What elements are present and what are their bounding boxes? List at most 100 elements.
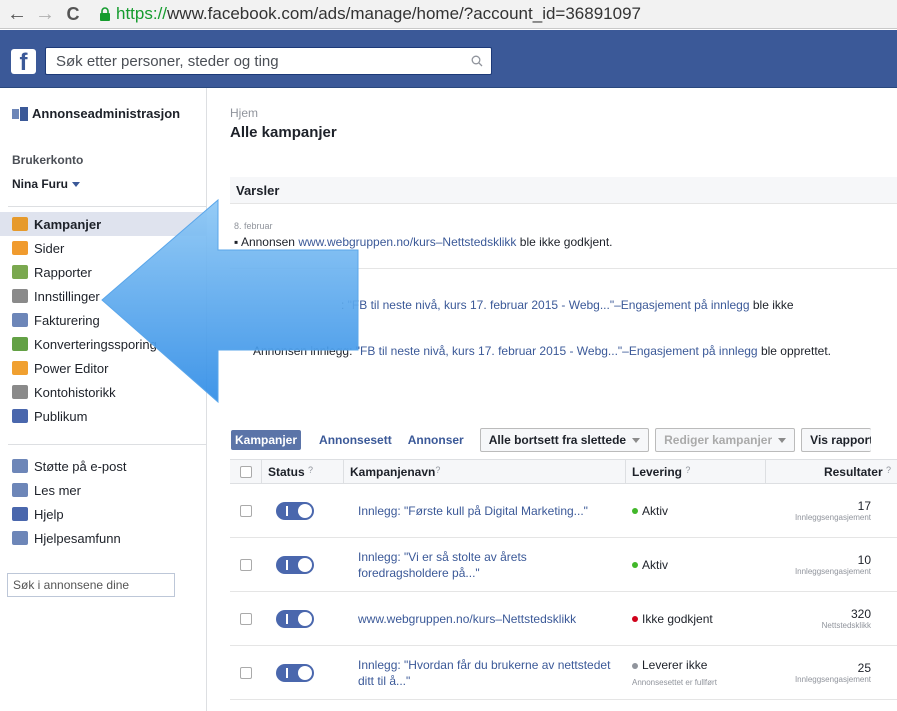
column-results-label: Resultater [823,465,883,479]
search-icon[interactable] [471,55,483,67]
reload-button[interactable]: C [62,4,84,25]
sidebar-item-konverteringssporing[interactable]: Konverteringssporing [0,332,207,356]
table-row[interactable]: www.webgruppen.no/kurs–Nettstedsklikk Ikk… [230,592,897,646]
table-row[interactable]: Innlegg: "Første kull på Digital Marketi… [230,484,897,538]
status-toggle[interactable] [276,501,314,520]
delivery-status: Leverer ikke [632,658,766,672]
help-icon[interactable]: ? [308,465,313,475]
sidebar-item-fakturering[interactable]: Fakturering [0,308,207,332]
ads-search-input[interactable]: Søk i annonsene dine [7,573,175,597]
search-input[interactable]: Søk etter personer, steder og ting [45,47,492,75]
tab-ads[interactable]: Annonser [408,433,464,447]
ads-search-placeholder: Søk i annonsene dine [13,578,130,592]
table-row[interactable]: Innlegg: "Hvordan får du brukerne av net… [230,646,897,700]
campaign-name-link[interactable]: www.webgruppen.no/kurs–Nettstedsklikk [358,611,620,627]
help-icon[interactable]: ? [685,465,690,475]
row-checkbox[interactable] [240,612,252,625]
alert-text: Annonsen innlegg: [253,344,356,358]
sidebar: Annonseadministrasjon Brukerkonto Nina F… [0,88,207,711]
status-dot-icon [632,562,638,569]
row-checkbox[interactable] [240,504,252,517]
row-checkbox[interactable] [240,666,252,679]
result-type: Innleggsengasjement [794,567,871,576]
ads-manager-icon [12,106,28,121]
tab-campaigns[interactable]: Kampanjer [231,430,302,450]
column-name-label: Kampanjenavn [350,465,436,479]
alert-link[interactable]: "FB til neste nivå, kurs 17. februar 201… [348,298,750,312]
divider [8,206,206,207]
chart-icon [12,265,28,279]
chevron-down-icon [778,437,787,443]
sidebar-item-label: Les mer [34,482,81,498]
results-cell: 25 Innleggsengasjement [766,661,897,684]
breadcrumb[interactable]: Hjem [230,106,258,120]
toggle-on-mark [286,613,288,624]
campaign-name-link[interactable]: Innlegg: "Første kull på Digital Marketi… [358,503,620,519]
filter-dropdown[interactable]: Alle bortsett fra slettede [479,428,650,452]
account-selector[interactable]: Nina Furu [12,177,80,191]
column-name[interactable]: Kampanjenavn? [344,460,626,483]
sidebar-item-publikum[interactable]: Publikum [0,404,207,428]
campaign-name-link[interactable]: Innlegg: "Hvordan får du brukerne av net… [358,657,620,689]
tab-adsets[interactable]: Annonsesett [319,433,392,447]
results-cell: 320 Nettstedsklikk [766,607,897,630]
row-checkbox[interactable] [240,558,252,571]
toggle-knob [298,503,312,518]
name-cell: Innlegg: "Vi er så stolte av årets fored… [344,549,626,581]
sidebar-item-hjelpesamfunn[interactable]: Hjelpesamfunn [0,526,207,550]
sidebar-item-kontohistorikk[interactable]: Kontohistorikk [0,380,207,404]
address-bar[interactable]: https://www.facebook.com/ads/manage/home… [116,4,641,24]
sidebar-item-rapporter[interactable]: Rapporter [0,260,207,284]
result-value: 320 [850,607,871,621]
settings-icon [12,289,28,303]
history-icon [12,385,28,399]
status-toggle[interactable] [276,663,314,682]
status-cell [262,609,344,628]
delivery-cell: Leverer ikke Annonsesettet er fullført [626,658,766,687]
alert-item: Annonsen innlegg: "FB til neste nivå, ku… [253,344,831,358]
table-row[interactable]: Innlegg: "Vi er så stolte av årets fored… [230,538,897,592]
page-title: Alle kampanjer [230,124,337,141]
alert-item: : "FB til neste nivå, kurs 17. februar 2… [341,298,794,312]
status-toggle[interactable] [276,609,314,628]
delivery-label: Aktiv [642,503,669,518]
campaign-name-link[interactable]: Innlegg: "Vi er så stolte av årets fored… [358,549,620,581]
forward-button[interactable]: → [34,3,56,26]
sidebar-item-kampanjer[interactable]: Kampanjer [0,212,207,236]
sidebar-item-power-editor[interactable]: Power Editor [0,356,207,380]
sidebar-item-les-mer[interactable]: Les mer [0,478,207,502]
select-cell [230,612,262,625]
status-dot-icon [632,662,638,669]
view-report-label: Vis rapport [810,433,872,447]
sidebar-title-label: Annonseadministrasjon [32,106,181,121]
delivery-label: Ikke godkjent [642,611,713,626]
sidebar-item-sider[interactable]: Sider [0,236,207,260]
column-results[interactable]: Resultater ? [766,460,897,483]
select-cell [230,666,262,679]
name-cell: www.webgruppen.no/kurs–Nettstedsklikk [344,611,626,627]
toggle-knob [298,557,312,572]
sidebar-item-hjelp[interactable]: Hjelp [0,502,207,526]
facebook-logo-icon[interactable]: f [11,49,36,76]
megaphone-small-icon [12,483,28,497]
alert-text: ble ikke godkjent. [516,235,613,249]
edit-campaigns-button[interactable]: Rediger kampanjer [655,428,796,452]
help-icon[interactable]: ? [435,465,440,475]
alert-text: : [341,298,348,312]
sidebar-item-støtte-på-e-post[interactable]: Støtte på e-post [0,454,207,478]
help-icon[interactable]: ? [886,465,891,475]
sidebar-title[interactable]: Annonseadministrasjon [12,106,180,121]
alert-link[interactable]: www.webgruppen.no/kurs–Nettstedsklikk [298,235,516,249]
status-toggle[interactable] [276,555,314,574]
back-button[interactable]: ← [6,3,28,26]
select-all-checkbox[interactable] [239,465,252,478]
divider [230,268,897,269]
column-delivery[interactable]: Levering ? [626,460,766,483]
column-status[interactable]: Status ? [262,460,344,483]
account-label: Brukerkonto [12,153,84,167]
sidebar-item-label: Fakturering [34,312,100,328]
sidebar-item-innstillinger[interactable]: Innstillinger [0,284,207,308]
alert-link[interactable]: "FB til neste nivå, kurs 17. februar 201… [356,344,758,358]
view-report-button[interactable]: Vis rapport [801,428,872,452]
help-icon [12,507,28,521]
